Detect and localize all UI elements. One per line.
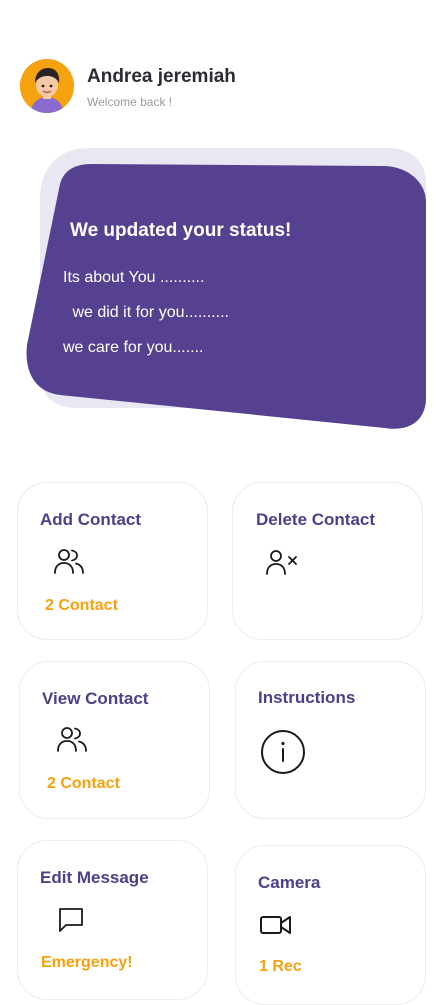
edit-message-card[interactable] xyxy=(17,840,208,1000)
add-contact-count: 2 Contact xyxy=(45,597,118,614)
camera-title: Camera xyxy=(258,873,321,892)
users-icon xyxy=(53,547,85,580)
delete-contact-card[interactable] xyxy=(232,482,423,640)
user-name: Andrea jeremiah xyxy=(87,66,236,87)
welcome-text: Welcome back ! xyxy=(87,95,173,109)
instructions-title: Instructions xyxy=(258,688,356,707)
info-icon xyxy=(260,729,306,780)
banner-line-3: we care for you....... xyxy=(63,339,204,356)
status-banner[interactable] xyxy=(0,140,442,440)
banner-line-1: Its about You .......... xyxy=(63,269,205,286)
video-icon xyxy=(259,912,293,943)
camera-rec-count: 1 Rec xyxy=(259,958,302,975)
view-contact-count: 2 Contact xyxy=(47,775,120,792)
view-contact-card[interactable] xyxy=(19,661,210,819)
message-square-icon xyxy=(57,905,85,938)
banner-shape xyxy=(26,148,427,429)
user-remove-icon xyxy=(266,548,298,581)
add-contact-card[interactable] xyxy=(17,482,208,640)
edit-message-status: Emergency! xyxy=(41,954,133,971)
users-icon xyxy=(56,725,88,758)
add-contact-title: Add Contact xyxy=(40,510,142,529)
delete-contact-title: Delete Contact xyxy=(256,510,376,529)
user-avatar[interactable] xyxy=(20,59,74,113)
edit-message-title: Edit Message xyxy=(40,868,149,887)
view-contact-title: View Contact xyxy=(42,689,149,708)
banner-title: We updated your status! xyxy=(70,220,292,241)
banner-line-2: we did it for you.......... xyxy=(68,304,229,321)
user-avatar-icon xyxy=(20,59,74,113)
